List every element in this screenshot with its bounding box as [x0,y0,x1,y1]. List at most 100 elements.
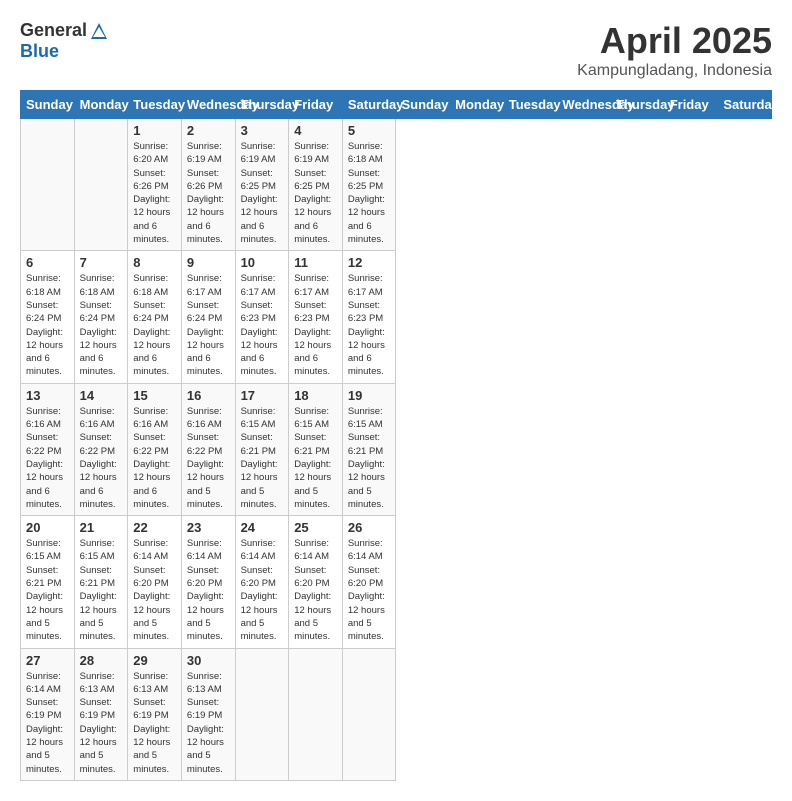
day-info: Sunrise: 6:16 AM Sunset: 6:22 PM Dayligh… [187,405,230,511]
day-number: 28 [80,653,123,668]
calendar-cell: 20 Sunrise: 6:15 AM Sunset: 6:21 PM Dayli… [21,516,75,648]
day-info: Sunrise: 6:15 AM Sunset: 6:21 PM Dayligh… [241,405,284,511]
day-info: Sunrise: 6:14 AM Sunset: 6:20 PM Dayligh… [187,537,230,643]
day-info: Sunrise: 6:14 AM Sunset: 6:20 PM Dayligh… [294,537,337,643]
day-number: 4 [294,123,337,138]
day-info: Sunrise: 6:16 AM Sunset: 6:22 PM Dayligh… [133,405,176,511]
day-header-tuesday: Tuesday [128,91,182,119]
column-header-saturday: Saturday [718,91,772,119]
calendar-cell: 26Sunrise: 6:14 AM Sunset: 6:20 PM Dayli… [342,516,396,648]
day-number: 13 [26,388,69,403]
calendar-cell: 3 Sunrise: 6:19 AM Sunset: 6:25 PM Daylig… [235,119,289,251]
calendar-cell: 4 Sunrise: 6:19 AM Sunset: 6:25 PM Daylig… [289,119,343,251]
week-row-5: 27 Sunrise: 6:14 AM Sunset: 6:19 PM Dayli… [21,648,772,780]
column-header-monday: Monday [450,91,504,119]
day-header-sunday: Sunday [21,91,75,119]
calendar-cell: 8 Sunrise: 6:18 AM Sunset: 6:24 PM Daylig… [128,251,182,383]
column-header-tuesday: Tuesday [503,91,557,119]
day-number: 7 [80,255,123,270]
header-row: SundayMondayTuesdayWednesdayThursdayFrid… [21,91,772,119]
day-info: Sunrise: 6:14 AM Sunset: 6:20 PM Dayligh… [133,537,176,643]
day-info: Sunrise: 6:15 AM Sunset: 6:21 PM Dayligh… [348,405,391,511]
column-header-wednesday: Wednesday [557,91,611,119]
title-block: April 2025 Kampungladang, Indonesia [577,20,772,80]
day-number: 10 [241,255,284,270]
day-info: Sunrise: 6:16 AM Sunset: 6:22 PM Dayligh… [26,405,69,511]
logo-icon [89,21,109,41]
logo-blue-text: Blue [20,41,59,62]
day-number: 1 [133,123,176,138]
day-info: Sunrise: 6:13 AM Sunset: 6:19 PM Dayligh… [80,670,123,776]
calendar-cell: 1 Sunrise: 6:20 AM Sunset: 6:26 PM Daylig… [128,119,182,251]
day-number: 18 [294,388,337,403]
calendar-cell: 5Sunrise: 6:18 AM Sunset: 6:25 PM Daylig… [342,119,396,251]
calendar-cell [74,119,128,251]
day-number: 19 [348,388,391,403]
week-row-2: 6 Sunrise: 6:18 AM Sunset: 6:24 PM Daylig… [21,251,772,383]
calendar-cell: 17Sunrise: 6:15 AM Sunset: 6:21 PM Dayli… [235,383,289,515]
day-number: 20 [26,520,69,535]
column-header-sunday: Sunday [396,91,450,119]
day-info: Sunrise: 6:19 AM Sunset: 6:25 PM Dayligh… [241,140,284,246]
calendar-cell: 28 Sunrise: 6:13 AM Sunset: 6:19 PM Dayli… [74,648,128,780]
calendar-cell: 9Sunrise: 6:17 AM Sunset: 6:24 PM Daylig… [181,251,235,383]
calendar-cell: 12 Sunrise: 6:17 AM Sunset: 6:23 PM Dayli… [342,251,396,383]
calendar-cell: 16 Sunrise: 6:16 AM Sunset: 6:22 PM Dayli… [181,383,235,515]
day-info: Sunrise: 6:19 AM Sunset: 6:25 PM Dayligh… [294,140,337,246]
day-header-monday: Monday [74,91,128,119]
day-number: 27 [26,653,69,668]
calendar-cell: 24Sunrise: 6:14 AM Sunset: 6:20 PM Dayli… [235,516,289,648]
column-header-friday: Friday [664,91,718,119]
month-title: April 2025 [577,20,772,62]
calendar-cell: 22 Sunrise: 6:14 AM Sunset: 6:20 PM Dayli… [128,516,182,648]
day-info: Sunrise: 6:15 AM Sunset: 6:21 PM Dayligh… [294,405,337,511]
calendar-cell: 10 Sunrise: 6:17 AM Sunset: 6:23 PM Dayli… [235,251,289,383]
day-number: 30 [187,653,230,668]
day-info: Sunrise: 6:17 AM Sunset: 6:23 PM Dayligh… [241,272,284,378]
day-header-wednesday: Wednesday [181,91,235,119]
day-info: Sunrise: 6:17 AM Sunset: 6:23 PM Dayligh… [294,272,337,378]
day-number: 3 [241,123,284,138]
day-number: 16 [187,388,230,403]
day-number: 12 [348,255,391,270]
day-number: 25 [294,520,337,535]
day-info: Sunrise: 6:16 AM Sunset: 6:22 PM Dayligh… [80,405,123,511]
day-header-friday: Friday [289,91,343,119]
page-header: General Blue April 2025 Kampungladang, I… [20,20,772,80]
logo: General Blue [20,20,109,62]
location: Kampungladang, Indonesia [577,62,772,80]
calendar-table: SundayMondayTuesdayWednesdayThursdayFrid… [20,90,772,781]
calendar-cell: 11Sunrise: 6:17 AM Sunset: 6:23 PM Dayli… [289,251,343,383]
calendar-cell: 21Sunrise: 6:15 AM Sunset: 6:21 PM Dayli… [74,516,128,648]
day-info: Sunrise: 6:19 AM Sunset: 6:26 PM Dayligh… [187,140,230,246]
calendar-cell: 19 Sunrise: 6:15 AM Sunset: 6:21 PM Dayli… [342,383,396,515]
day-info: Sunrise: 6:18 AM Sunset: 6:24 PM Dayligh… [26,272,69,378]
calendar-cell [21,119,75,251]
day-number: 5 [348,123,391,138]
day-number: 22 [133,520,176,535]
calendar-cell: 30 Sunrise: 6:13 AM Sunset: 6:19 PM Dayli… [181,648,235,780]
week-row-1: 1 Sunrise: 6:20 AM Sunset: 6:26 PM Daylig… [21,119,772,251]
day-info: Sunrise: 6:18 AM Sunset: 6:24 PM Dayligh… [133,272,176,378]
calendar-cell [235,648,289,780]
day-info: Sunrise: 6:13 AM Sunset: 6:19 PM Dayligh… [187,670,230,776]
day-info: Sunrise: 6:15 AM Sunset: 6:21 PM Dayligh… [26,537,69,643]
day-info: Sunrise: 6:20 AM Sunset: 6:26 PM Dayligh… [133,140,176,246]
column-header-thursday: Thursday [611,91,665,119]
day-number: 14 [80,388,123,403]
day-number: 9 [187,255,230,270]
day-info: Sunrise: 6:14 AM Sunset: 6:19 PM Dayligh… [26,670,69,776]
day-number: 8 [133,255,176,270]
day-number: 6 [26,255,69,270]
calendar-cell: 2Sunrise: 6:19 AM Sunset: 6:26 PM Daylig… [181,119,235,251]
day-header-thursday: Thursday [235,91,289,119]
day-header-saturday: Saturday [342,91,396,119]
day-info: Sunrise: 6:18 AM Sunset: 6:24 PM Dayligh… [80,272,123,378]
day-number: 21 [80,520,123,535]
calendar-cell: 6 Sunrise: 6:18 AM Sunset: 6:24 PM Daylig… [21,251,75,383]
calendar-cell [289,648,343,780]
week-row-4: 20 Sunrise: 6:15 AM Sunset: 6:21 PM Dayli… [21,516,772,648]
calendar-cell: 15Sunrise: 6:16 AM Sunset: 6:22 PM Dayli… [128,383,182,515]
day-info: Sunrise: 6:17 AM Sunset: 6:23 PM Dayligh… [348,272,391,378]
week-row-3: 13 Sunrise: 6:16 AM Sunset: 6:22 PM Dayli… [21,383,772,515]
